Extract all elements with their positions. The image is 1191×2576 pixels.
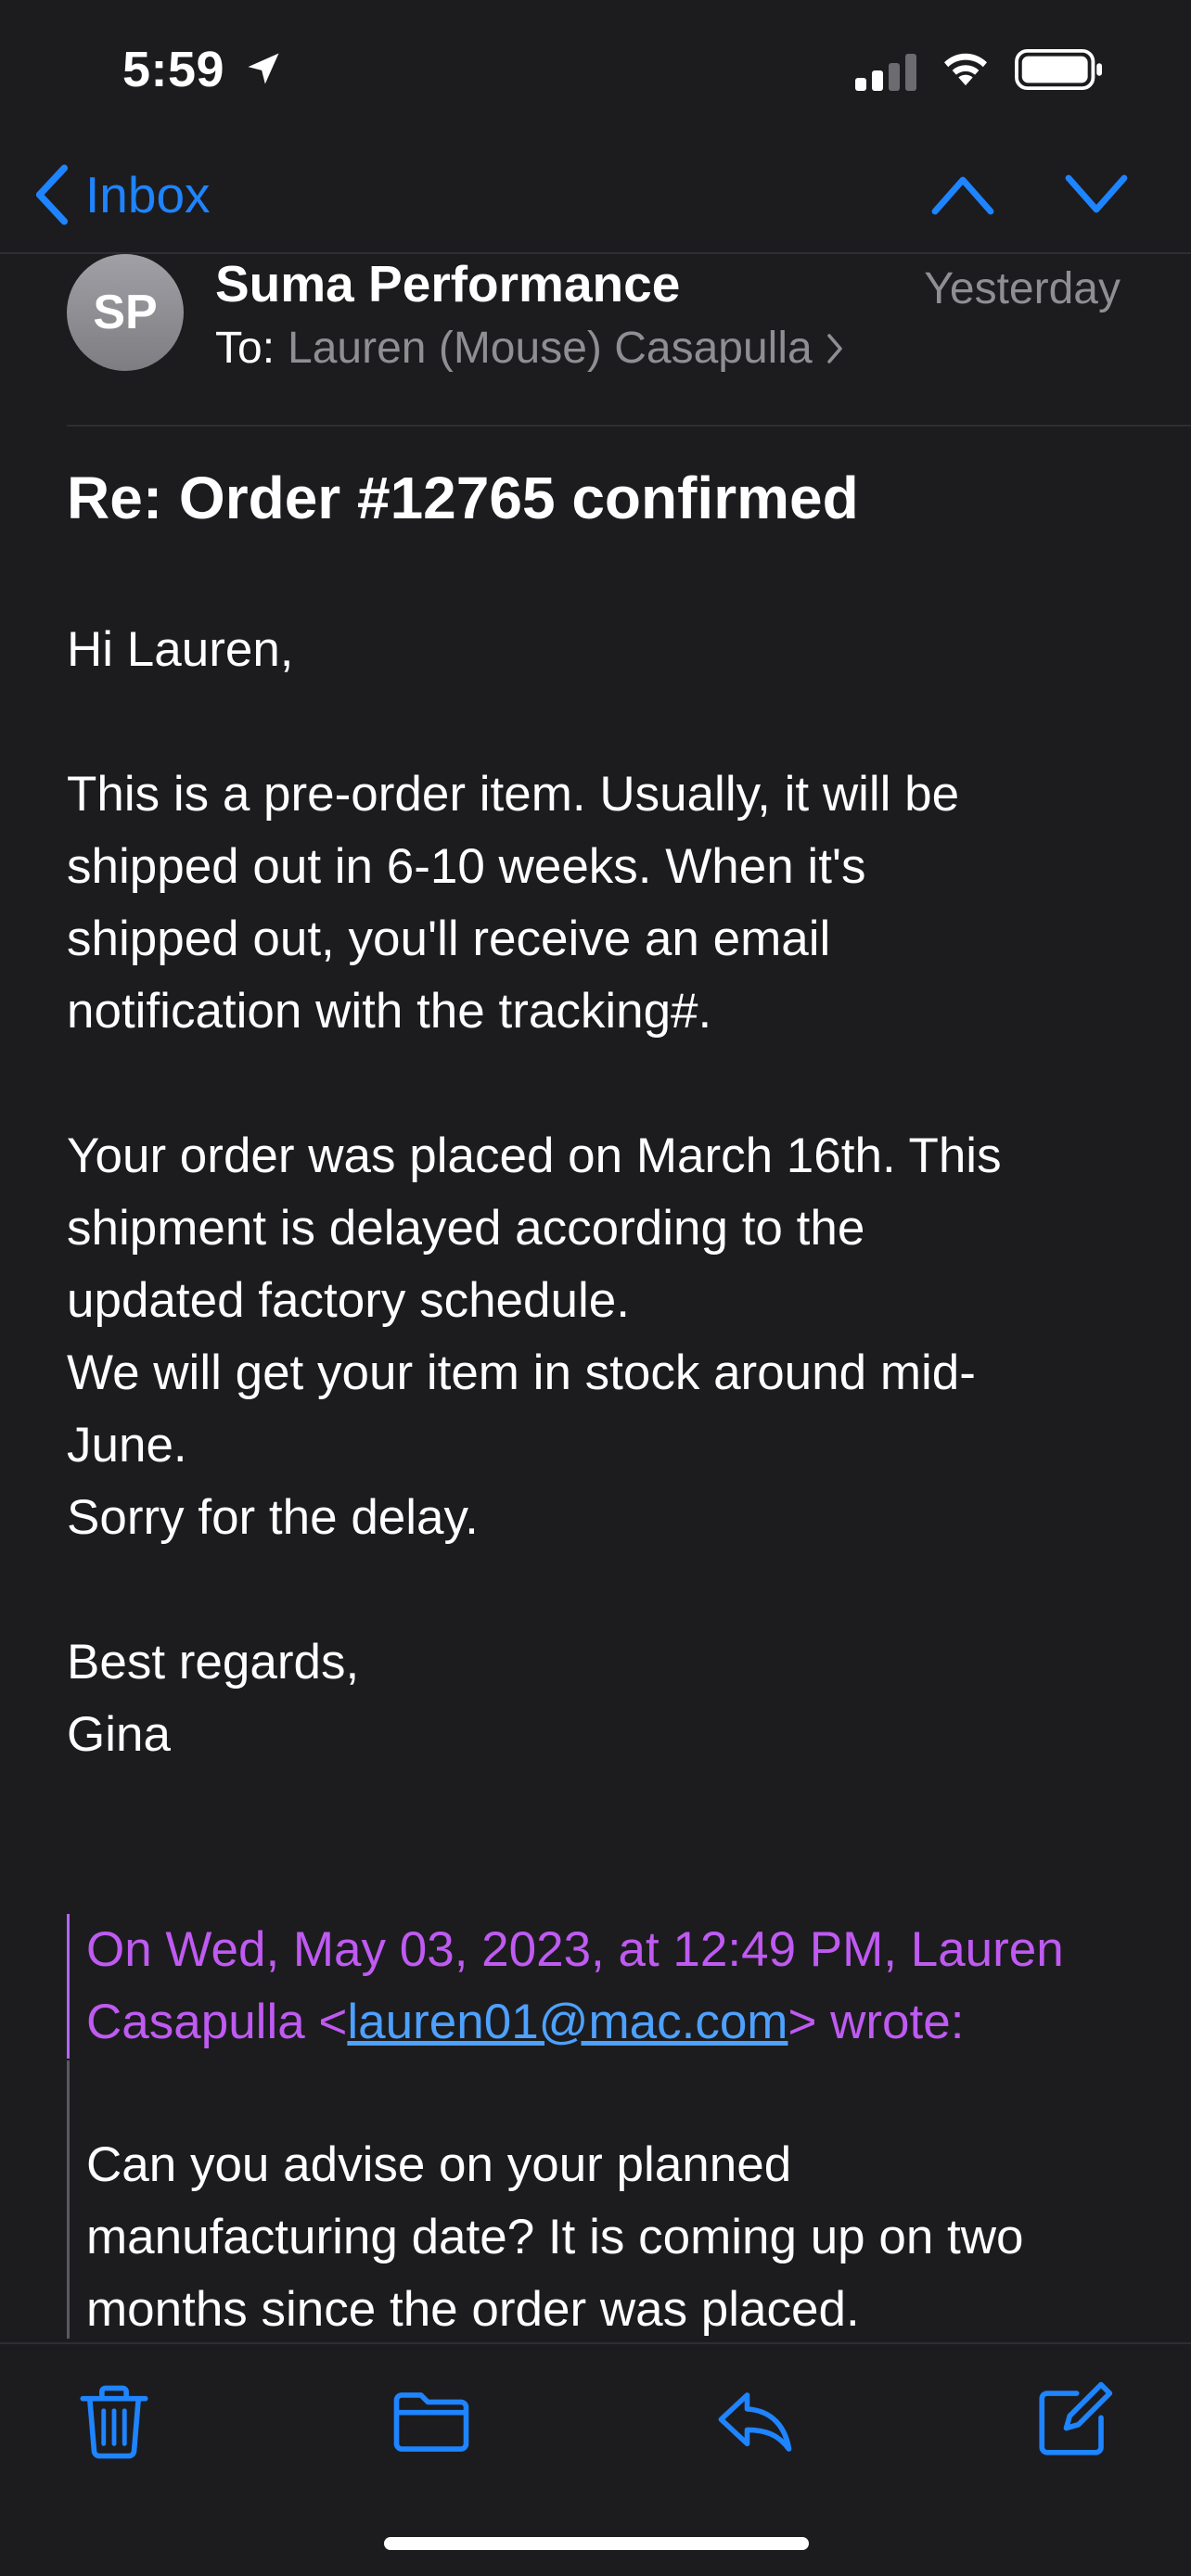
email-subject: Re: Order #12765 confirmed: [67, 465, 859, 531]
mail-screen: 5:59 Inbox SP Suma Performance Yesterday…: [0, 0, 1191, 2576]
previous-message-button[interactable]: [929, 167, 996, 219]
sender-email-link[interactable]: lauren01@mac.com: [347, 1995, 788, 2049]
wifi-icon: [944, 53, 987, 86]
back-to-inbox-button[interactable]: Inbox: [33, 158, 211, 232]
greeting: Hi Lauren,: [67, 622, 294, 677]
body-line: shipped out, you'll receive an email: [67, 912, 831, 966]
chevron-right-icon: [826, 333, 842, 363]
quoted-line: manufacturing date? It is coming up on t…: [86, 2210, 1024, 2264]
signoff-line: Best regards,: [67, 1635, 360, 1690]
next-message-button[interactable]: [1063, 167, 1130, 219]
back-label: Inbox: [85, 166, 211, 223]
quoted-line: Can you advise on your planned: [86, 2137, 792, 2192]
folder-icon[interactable]: [390, 2379, 473, 2463]
quote-prefix: Casapulla <: [86, 1995, 348, 2049]
body-line: June.: [67, 1418, 187, 1473]
body-line: Your order was placed on March 16th. Thi…: [67, 1129, 1002, 1183]
battery-icon: [1015, 48, 1102, 91]
status-time: 5:59: [122, 42, 225, 97]
quoted-text: Can you advise on your planned manufactu…: [86, 2129, 1180, 2346]
body-line: shipment is delayed according to the: [67, 1201, 865, 1256]
to-label: To:: [215, 324, 275, 373]
signoff: Best regards, Gina: [67, 1626, 1143, 1771]
trash-icon[interactable]: [72, 2379, 156, 2463]
quoted-line: months since the order was placed.: [86, 2282, 860, 2337]
body-line: shipped out in 6-10 weeks. When it's: [67, 839, 866, 894]
sender-name[interactable]: Suma Performance: [215, 254, 680, 313]
quote-suffix: > wrote:: [788, 1995, 965, 2049]
body-paragraph-2: Your order was placed on March 16th. Thi…: [67, 1120, 1143, 1554]
date-label: Yesterday: [924, 264, 1121, 313]
quote-attribution: On Wed, May 03, 2023, at 12:49 PM, Laure…: [86, 1914, 1180, 2059]
status-bar: 5:59: [0, 0, 1191, 139]
body-line: This is a pre-order item. Usually, it wi…: [67, 767, 960, 822]
body-line: notification with the tracking#.: [67, 984, 712, 1039]
body-paragraph-1: This is a pre-order item. Usually, it wi…: [67, 759, 1143, 1048]
reply-icon[interactable]: [712, 2379, 796, 2463]
cellular-signal-icon: [855, 54, 916, 91]
quote-attribution-line: On Wed, May 03, 2023, at 12:49 PM, Laure…: [86, 1922, 1064, 1977]
location-arrow-icon: [248, 53, 279, 84]
quoted-message-header: On Wed, May 03, 2023, at 12:49 PM, Laure…: [67, 1914, 1180, 2059]
signature: Gina: [67, 1707, 171, 1762]
email-body: Hi Lauren, This is a pre-order item. Usu…: [67, 614, 1143, 1843]
compose-icon[interactable]: [1031, 2379, 1115, 2463]
recipient-row[interactable]: To: Lauren (Mouse) Casapulla: [215, 323, 844, 374]
avatar[interactable]: SP: [67, 254, 184, 371]
header-divider: [67, 425, 1191, 427]
body-line: updated factory schedule.: [67, 1273, 630, 1328]
home-indicator[interactable]: [384, 2537, 809, 2550]
body-line: Sorry for the delay.: [67, 1490, 479, 1545]
body-line: We will get your item in stock around mi…: [67, 1345, 976, 1400]
email-header: SP Suma Performance Yesterday To: Lauren…: [0, 254, 1191, 427]
quote-attribution-line: Casapulla <lauren01@mac.com> wrote:: [86, 1986, 1180, 2059]
chevron-left-icon: [35, 164, 69, 225]
navigation-bar: Inbox: [0, 139, 1191, 254]
recipient-name: Lauren (Mouse) Casapulla: [288, 324, 813, 373]
quoted-message-body: Can you advise on your planned manufactu…: [67, 2060, 1180, 2339]
